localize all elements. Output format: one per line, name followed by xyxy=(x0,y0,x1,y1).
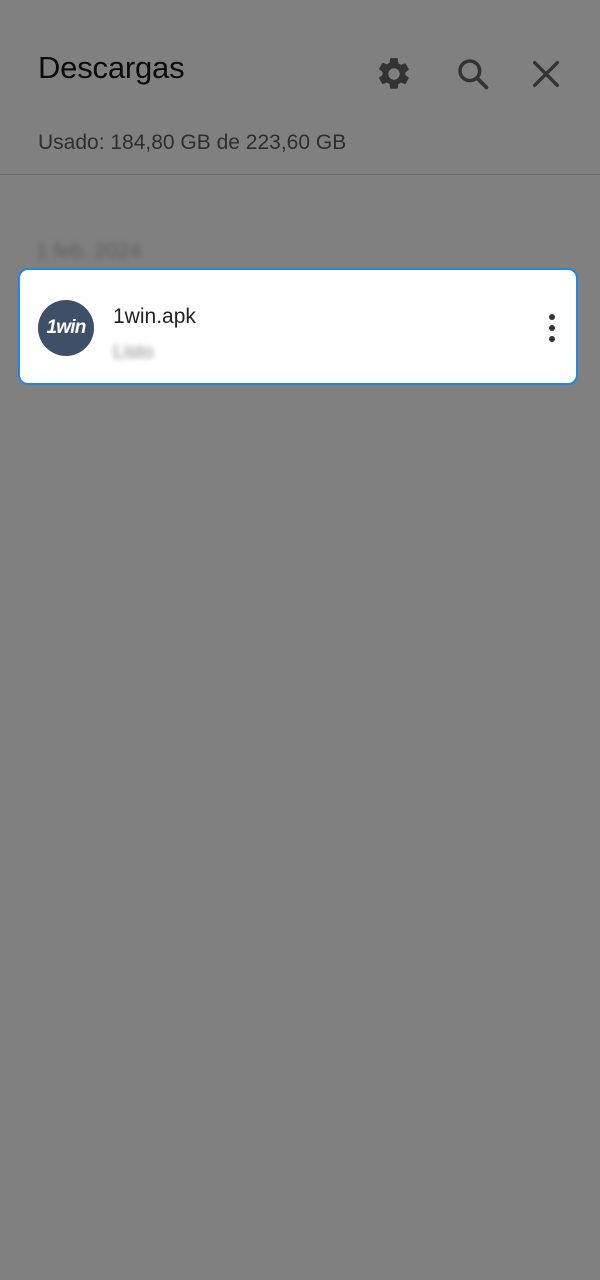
date-group-label: 1 feb. 2024 xyxy=(36,240,142,263)
more-options-button[interactable] xyxy=(534,308,570,348)
downloads-screen: Descargas Usado: 184,80 GB de 223,60 GB … xyxy=(0,0,600,1280)
gear-icon xyxy=(379,58,409,89)
file-meta: Listo xyxy=(113,342,154,363)
file-name: 1win.apk xyxy=(113,305,196,328)
search-icon xyxy=(458,59,489,90)
header: Descargas xyxy=(0,0,600,120)
search-button[interactable] xyxy=(449,50,497,98)
more-vert-icon xyxy=(549,314,555,342)
settings-button[interactable] xyxy=(370,50,418,98)
close-button[interactable] xyxy=(522,50,570,98)
list-item[interactable]: 1win 1win.apk Listo xyxy=(18,268,578,385)
app-icon: 1win xyxy=(38,300,94,356)
storage-usage: Usado: 184,80 GB de 223,60 GB xyxy=(38,131,347,154)
close-icon xyxy=(532,60,560,88)
page-title: Descargas xyxy=(38,50,185,85)
app-icon-logo-text: 1win xyxy=(46,317,86,338)
header-divider xyxy=(0,174,600,175)
